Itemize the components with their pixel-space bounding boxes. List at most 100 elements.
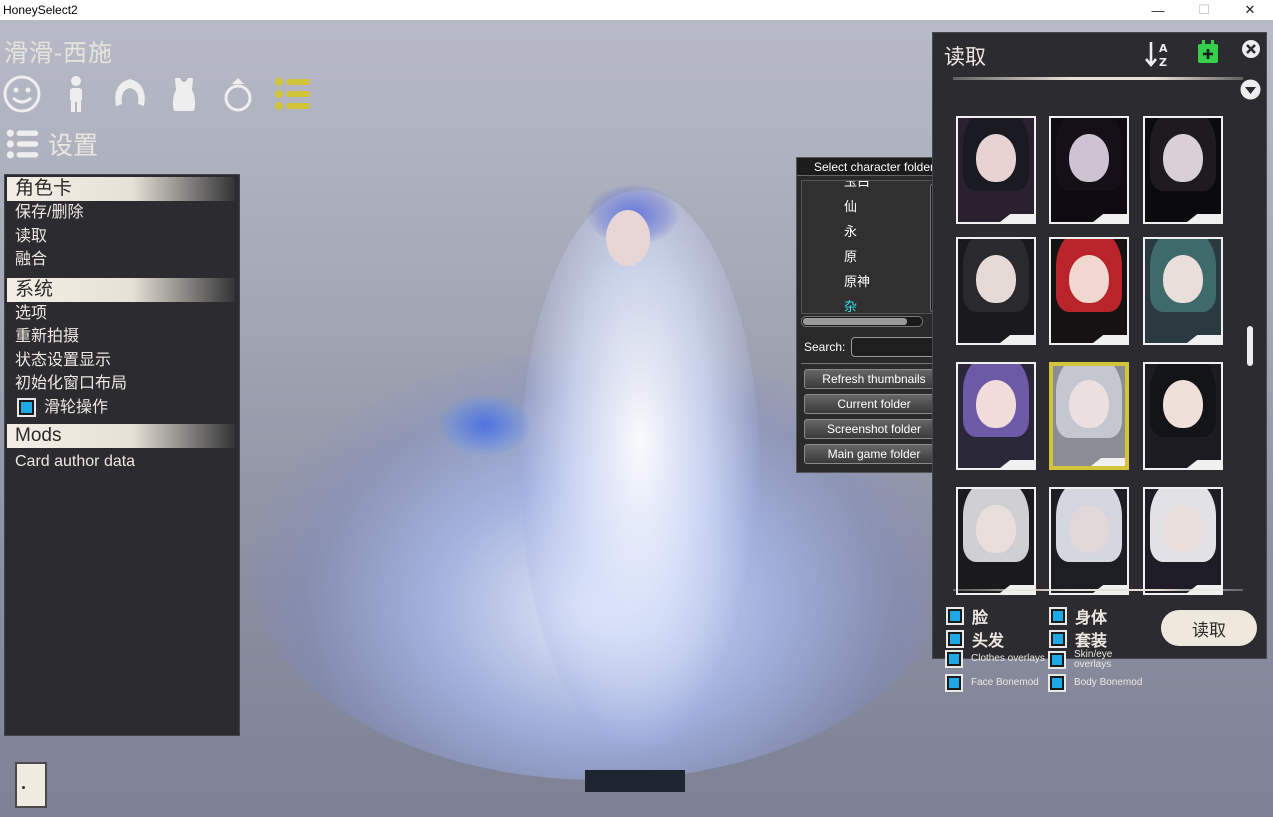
close-window-button[interactable]: ✕	[1227, 0, 1273, 20]
screenshot-folder-button[interactable]: Screenshot folder	[804, 419, 944, 439]
card-thumbnail[interactable]	[956, 116, 1036, 224]
settings-header: 设置	[4, 126, 98, 162]
section-character-card: 角色卡	[7, 177, 235, 201]
menu-item-load[interactable]: 读取	[5, 225, 239, 249]
main-game-folder-button[interactable]: Main game folder	[804, 444, 944, 464]
hair-checkbox[interactable]	[946, 630, 964, 648]
exit-door-icon[interactable]	[15, 762, 47, 808]
card-thumbnail-selected[interactable]	[1049, 362, 1129, 470]
face-checkbox[interactable]	[946, 607, 964, 625]
folder-node[interactable]: 原	[844, 246, 857, 265]
clothes-overlays-checkbox[interactable]	[945, 650, 963, 668]
chevron-down-icon[interactable]	[1240, 79, 1261, 100]
card-thumbnail[interactable]	[1143, 487, 1223, 595]
folder-node[interactable]: 仙	[844, 196, 857, 215]
category-toolbar	[2, 74, 312, 114]
card-thumbnail[interactable]	[1049, 237, 1129, 345]
menu-item-retake-photo[interactable]: 重新拍摄	[5, 325, 239, 349]
card-portrait-face	[976, 504, 1016, 553]
load-panel: 读取 A Z 脸 身体 头发 套装	[932, 32, 1267, 659]
folder-search-input[interactable]	[851, 337, 938, 357]
menu-item-save-delete[interactable]: 保存/删除	[5, 201, 239, 225]
folder-tree: 玉白 仙 永 原 原神 杂	[801, 180, 945, 314]
menu-item-reset-layout[interactable]: 初始化窗口布局	[5, 372, 239, 396]
folder-node[interactable]: 永	[844, 221, 857, 240]
card-thumbnail[interactable]	[956, 362, 1036, 470]
card-corner-tab	[1091, 458, 1125, 466]
card-corner-tab	[1093, 214, 1127, 222]
minimize-button[interactable]: —	[1135, 0, 1181, 20]
refresh-thumbnails-button[interactable]: Refresh thumbnails	[804, 369, 944, 389]
hscroll-thumb[interactable]	[803, 318, 907, 325]
card-corner-tab	[1187, 335, 1221, 343]
face-bonemod-checkbox[interactable]	[945, 674, 963, 692]
card-thumbnail[interactable]	[1143, 116, 1223, 224]
folder-popup-title: Select character folder	[797, 158, 951, 176]
skin-eye-overlays-checkbox[interactable]	[1048, 651, 1066, 669]
option-body-bonemod[interactable]: Body Bonemod	[1048, 674, 1142, 692]
character-stand	[585, 770, 685, 792]
sort-az-icon[interactable]: A Z	[1145, 39, 1173, 69]
menu-item-status-display[interactable]: 状态设置显示	[5, 349, 239, 373]
body-bonemod-checkbox[interactable]	[1048, 674, 1066, 692]
close-panel-icon[interactable]	[1241, 39, 1261, 59]
current-folder-button[interactable]: Current folder	[804, 394, 944, 414]
card-thumbnail[interactable]	[956, 487, 1036, 595]
scroll-wheel-label: 滑轮操作	[44, 398, 109, 416]
clothes-icon[interactable]	[164, 74, 204, 114]
card-portrait-face	[976, 133, 1016, 182]
outfit-checkbox[interactable]	[1049, 630, 1067, 648]
card-thumbnail[interactable]	[1143, 237, 1223, 345]
thumbnail-scrollbar-thumb[interactable]	[1247, 326, 1253, 366]
card-thumbnail[interactable]	[1049, 116, 1129, 224]
option-label: Clothes overlays	[971, 653, 1045, 664]
section-system: 系统	[7, 277, 235, 302]
option-label: Skin/eye overlays	[1074, 649, 1113, 670]
settings-menu: 角色卡 保存/删除 读取 融合 系统 选项 重新拍摄 状态设置显示 初始化窗口布…	[4, 174, 240, 736]
card-thumbnail[interactable]	[1143, 362, 1223, 470]
option-face[interactable]: 脸	[946, 604, 988, 628]
body-icon[interactable]	[56, 74, 96, 114]
add-card-icon[interactable]	[1197, 40, 1219, 64]
scroll-wheel-toggle[interactable]: 滑轮操作	[5, 396, 239, 420]
option-body[interactable]: 身体	[1049, 604, 1107, 628]
card-corner-tab	[1093, 335, 1127, 343]
card-thumbnail[interactable]	[956, 237, 1036, 345]
settings-list-icon[interactable]	[272, 74, 312, 114]
card-portrait-face	[1069, 504, 1109, 553]
card-corner-tab	[1000, 214, 1034, 222]
card-thumbnail[interactable]	[1049, 487, 1129, 595]
option-hair[interactable]: 头发	[946, 627, 1004, 651]
menu-item-merge[interactable]: 融合	[5, 248, 239, 272]
card-portrait-face	[1069, 133, 1109, 182]
option-face-bonemod[interactable]: Face Bonemod	[945, 674, 1039, 692]
option-skin-eye-overlays[interactable]: Skin/eye overlays	[1048, 650, 1124, 670]
hair-icon[interactable]	[110, 74, 150, 114]
maximize-button[interactable]: ☐	[1181, 0, 1227, 20]
face-icon[interactable]	[2, 74, 42, 114]
search-label: Search:	[804, 340, 846, 354]
folder-node[interactable]: 玉白	[844, 181, 870, 190]
card-portrait-face	[1069, 380, 1109, 428]
menu-item-options[interactable]: 选项	[5, 302, 239, 326]
folder-tree-hscrollbar[interactable]	[801, 316, 923, 327]
svg-text:Z: Z	[1159, 56, 1167, 69]
folder-node[interactable]: 原神	[844, 271, 870, 290]
card-portrait-face	[976, 254, 1016, 303]
body-checkbox[interactable]	[1049, 607, 1067, 625]
svg-text:A: A	[1159, 42, 1168, 55]
scroll-wheel-checkbox[interactable]	[17, 398, 36, 417]
option-outfit[interactable]: 套装	[1049, 627, 1107, 651]
menu-item-card-author-data[interactable]: Card author data	[5, 450, 239, 474]
window-titlebar: HoneySelect2 — ☐ ✕	[0, 0, 1273, 20]
card-portrait-face	[1163, 504, 1203, 553]
card-portrait-face	[1163, 133, 1203, 182]
section-mods: Mods	[7, 423, 235, 448]
settings-title: 设置	[48, 132, 99, 160]
load-button[interactable]: 读取	[1161, 610, 1257, 646]
accessory-icon[interactable]	[218, 74, 258, 114]
divider	[953, 589, 1243, 591]
folder-node-selected[interactable]: 杂	[844, 296, 857, 313]
card-portrait-face	[1069, 254, 1109, 303]
option-clothes-overlays[interactable]: Clothes overlays	[945, 650, 1045, 668]
